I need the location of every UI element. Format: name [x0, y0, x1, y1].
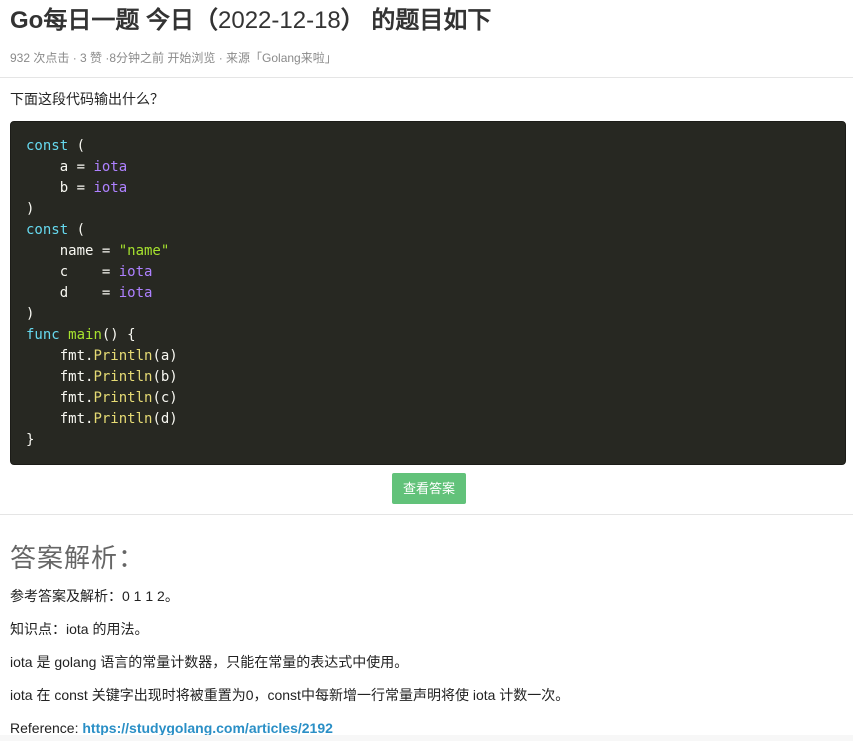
code-token: iota — [118, 285, 153, 301]
code-token: () { — [101, 327, 136, 343]
answer-heading: 答案解析： — [10, 543, 146, 573]
code-token: (a) — [152, 348, 178, 364]
code-line: fmt.Println(a) — [26, 346, 178, 367]
code-token: ( — [68, 138, 86, 154]
code-token: fmt. — [26, 390, 94, 406]
title-suffix: ） 的题目如下 — [340, 7, 492, 34]
code-token: (b) — [152, 369, 178, 385]
code-line: const ( — [26, 136, 178, 157]
code-content: const ( a = iota b = iota) const ( name =… — [26, 136, 178, 451]
code-line: fmt.Println(b) — [26, 367, 178, 388]
code-token: iota — [93, 159, 128, 175]
code-line: fmt.Println(d) — [26, 409, 178, 430]
answer-paragraph-2: 知识点：iota 的用法。 — [10, 621, 149, 637]
code-token: } — [26, 432, 35, 448]
code-token: (d) — [152, 411, 178, 427]
code-line: ) — [26, 199, 178, 220]
code-line: func main() { — [26, 325, 178, 346]
code-token: fmt. — [26, 369, 94, 385]
answer-paragraph-4: iota 在 const 关键字出现时将被重置为0，const中每新增一行常量声… — [10, 687, 570, 703]
code-token: fmt. — [26, 411, 94, 427]
page-title: Go每日一题 今日（2022-12-18） 的题目如下 — [10, 4, 491, 38]
code-token: main — [68, 327, 102, 343]
code-line: fmt.Println(c) — [26, 388, 178, 409]
code-token: "name" — [118, 243, 170, 259]
code-line: b = iota — [26, 178, 178, 199]
code-line: d = iota — [26, 283, 178, 304]
code-token: name = — [26, 243, 119, 259]
code-token: Println — [93, 348, 153, 364]
answer-paragraph-3: iota 是 golang 语言的常量计数器，只能在常量的表达式中使用。 — [10, 654, 409, 670]
code-token: const — [26, 138, 69, 154]
code-token: c = — [26, 264, 119, 280]
article-header: Go每日一题 今日（2022-12-18） 的题目如下 932 次点击 · 3 … — [0, 0, 853, 78]
code-line: c = iota — [26, 262, 178, 283]
question-prompt: 下面这段代码输出什么？ — [10, 91, 164, 107]
code-token: b = — [26, 180, 94, 196]
code-token: (c) — [152, 390, 178, 406]
code-line: name = "name" — [26, 241, 178, 262]
code-token: Println — [93, 390, 153, 406]
code-line: const ( — [26, 220, 178, 241]
answer-paragraph-1: 参考答案及解析：0 1 1 2。 — [10, 588, 179, 604]
code-token: d = — [26, 285, 119, 301]
code-token: fmt. — [26, 348, 94, 364]
article-meta: 932 次点击 · 3 赞 ·8分钟之前 开始浏览 · 来源「Golang来啦」 — [10, 51, 337, 65]
code-token: iota — [118, 264, 153, 280]
code-token: iota — [93, 180, 128, 196]
code-token: ( — [68, 222, 86, 238]
code-token: Println — [93, 411, 153, 427]
show-answer-button[interactable]: 查看答案 — [392, 473, 466, 504]
code-token: ) — [26, 306, 35, 322]
title-prefix: Go每日一题 今日（ — [10, 7, 218, 34]
code-line: a = iota — [26, 157, 178, 178]
code-line: } — [26, 430, 178, 451]
code-block: const ( a = iota b = iota) const ( name =… — [10, 121, 846, 465]
reference-link[interactable]: https://studygolang.com/articles/2192 — [82, 720, 333, 736]
code-token: ) — [26, 201, 35, 217]
divider — [0, 514, 853, 515]
code-token: Println — [93, 369, 153, 385]
code-line: ) — [26, 304, 178, 325]
title-date: 2022-12-18 — [218, 7, 341, 34]
page-bottom-edge — [0, 735, 853, 741]
reference-label: Reference: — [10, 720, 83, 736]
code-token: a = — [26, 159, 94, 175]
code-token: func — [26, 327, 60, 343]
code-token: const — [26, 222, 69, 238]
